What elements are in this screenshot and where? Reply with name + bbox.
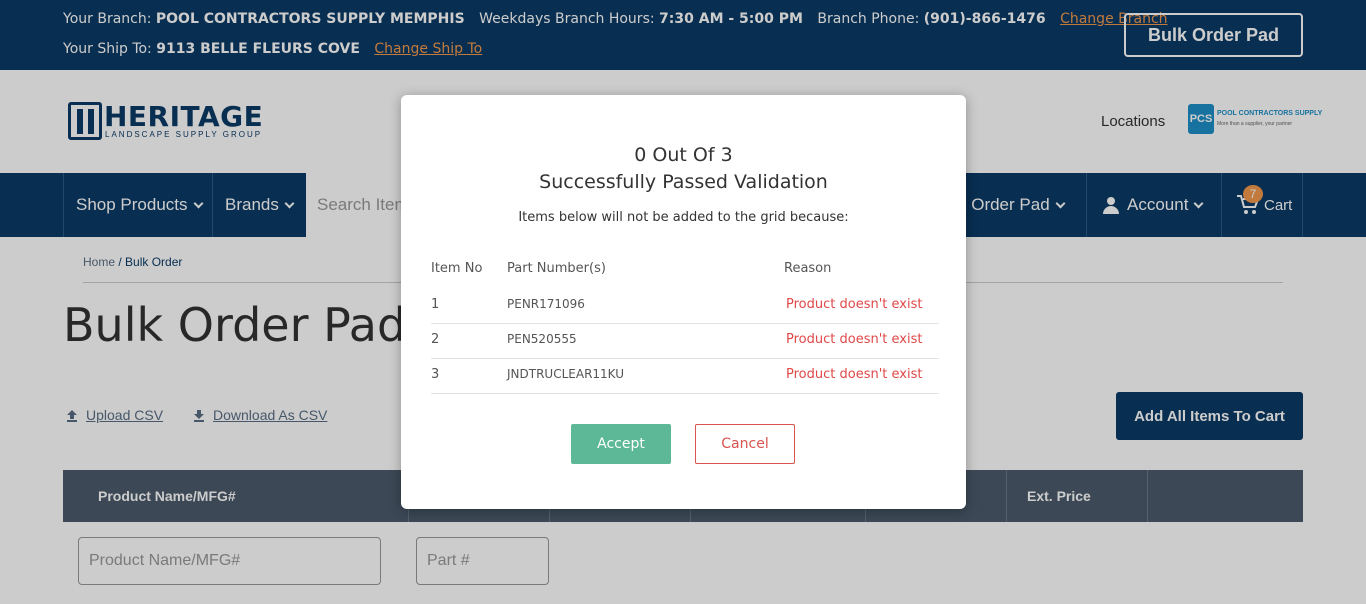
row-reason: Product doesn't exist	[786, 332, 923, 347]
header-reason: Reason	[784, 261, 832, 276]
row-part-number: JNDTRUCLEAR11KU	[507, 367, 624, 381]
row-item-no: 1	[431, 297, 440, 312]
row-item-no: 2	[431, 332, 440, 347]
row-item-no: 3	[431, 367, 440, 382]
cancel-button[interactable]: Cancel	[695, 424, 795, 464]
header-item-no: Item No	[431, 261, 483, 276]
row-reason: Product doesn't exist	[786, 297, 923, 312]
validation-row: 2 PEN520555 Product doesn't exist	[431, 324, 939, 359]
modal-subtitle: Items below will not be added to the gri…	[518, 210, 849, 225]
modal-title-text: Successfully Passed Validation	[539, 171, 828, 193]
row-part-number: PENR171096	[507, 297, 585, 311]
modal-title: 0 Out Of 3 Successfully Passed Validatio…	[401, 142, 966, 196]
validation-row: 3 JNDTRUCLEAR11KU Product doesn't exist	[431, 359, 939, 394]
row-part-number: PEN520555	[507, 332, 577, 346]
modal-title-count: 0 Out Of 3	[634, 144, 733, 166]
row-reason: Product doesn't exist	[786, 367, 923, 382]
validation-row: 1 PENR171096 Product doesn't exist	[431, 289, 939, 324]
accept-button[interactable]: Accept	[571, 424, 671, 464]
header-part-numbers: Part Number(s)	[507, 261, 606, 276]
validation-modal: 0 Out Of 3 Successfully Passed Validatio…	[401, 95, 966, 509]
